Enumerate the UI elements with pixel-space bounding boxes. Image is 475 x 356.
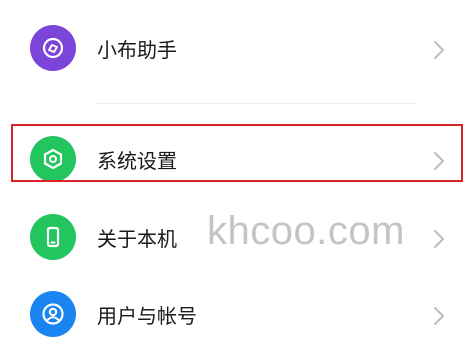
divider bbox=[97, 103, 417, 104]
phone-icon bbox=[30, 214, 76, 260]
chevron-right-icon bbox=[434, 41, 444, 59]
menu-item-label: 关于本机 bbox=[97, 227, 177, 251]
menu-item-assistant[interactable]: 小布助手 bbox=[0, 22, 475, 78]
chevron-right-icon bbox=[434, 307, 444, 325]
menu-item-label: 用户与帐号 bbox=[97, 304, 197, 328]
user-icon bbox=[30, 291, 76, 337]
highlight-box bbox=[11, 124, 463, 182]
menu-item-label: 小布助手 bbox=[97, 38, 177, 62]
menu-item-user-account[interactable]: 用户与帐号 bbox=[0, 286, 475, 342]
sparkle-icon bbox=[30, 25, 76, 71]
watermark: khcoo.com bbox=[207, 209, 405, 253]
chevron-right-icon bbox=[434, 230, 444, 248]
